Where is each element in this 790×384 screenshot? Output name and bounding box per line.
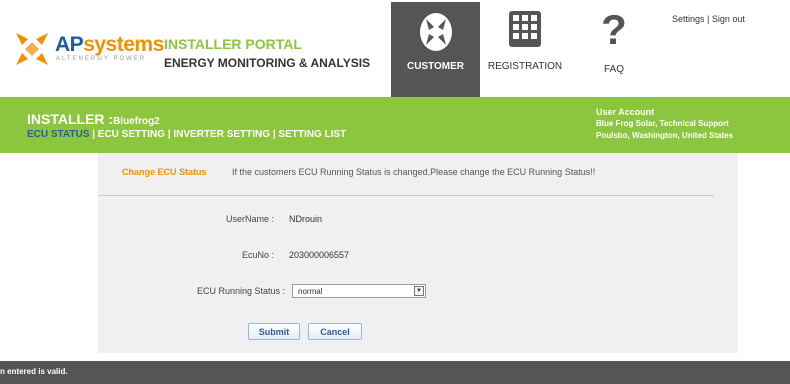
customer-icon [420, 13, 452, 51]
status-message: n entered is valid. [0, 367, 68, 376]
ecu-running-status-value: normal [298, 287, 323, 296]
nav-tab-faq[interactable]: ? FAQ [576, 2, 652, 97]
section-note: If the customers ECU Running Status is c… [232, 167, 596, 177]
section-label: Change ECU Status [122, 167, 207, 177]
nav-tab-customer[interactable]: CUSTOMER [391, 2, 480, 97]
ecuno-value: 203000006557 [289, 250, 350, 260]
installer-bar: INSTALLER :Bluefrog2 ECU STATUS | ECU SE… [0, 97, 790, 153]
sign-out-link[interactable]: Sign out [712, 14, 745, 24]
brand-logo-main: AP [55, 33, 84, 56]
ecu-running-status-select[interactable]: normal ▼ [292, 284, 426, 298]
brand-logo-text: APsystems [55, 34, 164, 56]
nav-registration-label: REGISTRATION [487, 61, 563, 72]
installer-heading: INSTALLER :Bluefrog2 [27, 111, 160, 127]
user-account-location: Poulsbo, Washington, United States [596, 131, 734, 140]
portal-subtitle: ENERGY MONITORING & ANALYSIS [164, 56, 371, 70]
nav-tab-registration[interactable]: REGISTRATION [484, 2, 566, 97]
header: APsystems ALTENERGY POWER INSTALLER PORT… [0, 0, 790, 97]
ecuno-label: EcuNo : [241, 250, 274, 260]
username-label: UserName : [225, 214, 274, 224]
brand-tagline: ALTENERGY POWER [56, 56, 147, 62]
top-links: Settings | Sign out [672, 14, 745, 24]
installer-prefix: INSTALLER : [27, 111, 114, 127]
nav-faq-label: FAQ [603, 64, 624, 75]
menu-separator: | [89, 129, 98, 140]
user-account-company: Blue Frog Solar, Technical Support [596, 119, 729, 128]
user-account-title: User Account [596, 107, 655, 117]
portal-title: INSTALLER PORTAL [164, 36, 302, 52]
menu-item-setting-list[interactable]: SETTING LIST [278, 129, 346, 140]
apsystems-logo-icon [16, 33, 48, 65]
installer-name: Bluefrog2 [113, 116, 160, 127]
status-bar: n entered is valid. [0, 361, 790, 384]
ecu-running-status-label: ECU Running Status : [196, 286, 285, 296]
nav-customer-label: CUSTOMER [406, 61, 465, 72]
submit-button[interactable]: Submit [248, 323, 300, 340]
menu-item-ecu-setting[interactable]: ECU SETTING [98, 129, 165, 140]
settings-link[interactable]: Settings [672, 14, 705, 24]
user-account-info: User Account Blue Frog Solar, Technical … [596, 106, 733, 142]
brand-logo-accent: systems [83, 33, 164, 56]
installer-menu: ECU STATUS | ECU SETTING | INVERTER SETT… [27, 129, 346, 140]
menu-item-ecu-status[interactable]: ECU STATUS [27, 129, 89, 140]
ecu-status-panel: Change ECU Status If the customers ECU R… [98, 153, 738, 353]
chevron-down-icon[interactable]: ▼ [414, 286, 424, 296]
question-mark-icon: ? [601, 6, 627, 53]
cancel-button[interactable]: Cancel [308, 323, 362, 340]
username-value: NDrouin [289, 214, 323, 224]
link-separator: | [704, 14, 712, 24]
registration-grid-icon [509, 11, 541, 47]
divider [98, 195, 714, 196]
menu-item-inverter-setting[interactable]: INVERTER SETTING [173, 129, 270, 140]
